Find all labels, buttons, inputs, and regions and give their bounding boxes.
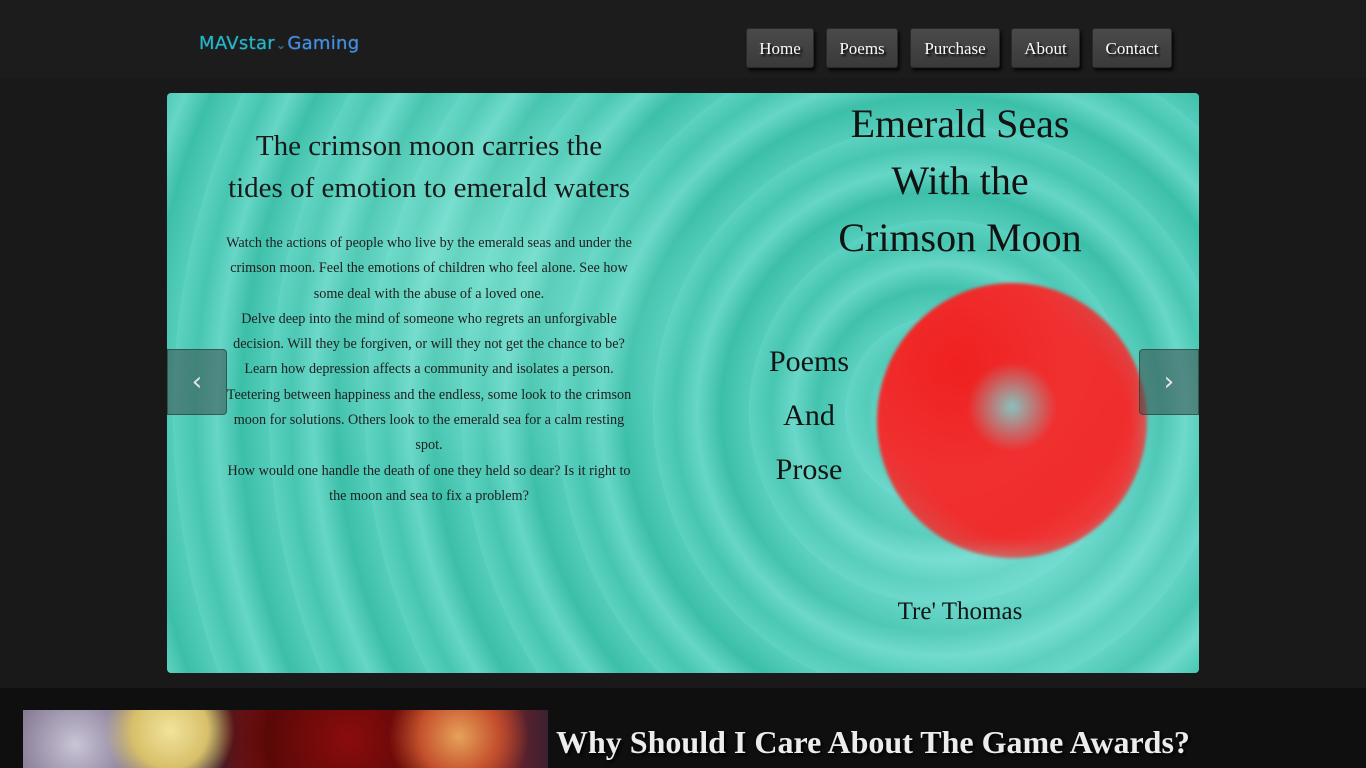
crimson-moon-illustration — [877, 283, 1147, 558]
chevron-right-icon: › — [1163, 367, 1175, 397]
carousel-prev-button[interactable]: ‹ — [167, 349, 227, 415]
blurb-paragraph: How would one handle the death of one th… — [227, 462, 631, 504]
logo-text-main: MAVstar — [199, 33, 275, 54]
carousel-next-button[interactable]: › — [1139, 349, 1199, 415]
subtitle-line: Prose — [775, 453, 843, 486]
nav-about-button[interactable]: About — [1011, 28, 1080, 68]
book-title-line: Emerald Seas — [850, 101, 1070, 146]
subtitle-line: Poems — [768, 345, 849, 378]
article-thumbnail[interactable] — [23, 710, 548, 768]
blurb-paragraph: Delve deep into the mind of someone who … — [233, 310, 625, 353]
chevron-left-icon: ‹ — [191, 367, 203, 397]
tagline-line-1: The crimson moon carries the — [255, 130, 603, 162]
nav-purchase-button[interactable]: Purchase — [910, 28, 1000, 68]
tagline-line-2: tides of emotion to emerald waters — [228, 172, 630, 204]
top-bar: MAVstar⌄Gaming Home Poems Purchase About… — [0, 0, 1366, 78]
site-logo[interactable]: MAVstar⌄Gaming — [199, 33, 360, 54]
nav-contact-button[interactable]: Contact — [1092, 28, 1172, 68]
slide-blurb: Watch the actions of people who live by … — [219, 231, 639, 509]
book-title-line: Crimson Moon — [838, 215, 1082, 260]
nav-home-button[interactable]: Home — [746, 28, 814, 68]
nav-poems-button[interactable]: Poems — [826, 28, 898, 68]
subtitle-line: And — [783, 399, 835, 432]
article-preview: Why Should I Care About The Game Awards? — [0, 688, 1366, 768]
blurb-paragraph: Watch the actions of people who live by … — [226, 235, 632, 302]
book-title: Emerald Seas With the Crimson Moon — [747, 95, 1173, 266]
book-title-line: With the — [891, 158, 1029, 203]
book-author: Tre' Thomas — [897, 598, 1023, 625]
blurb-paragraph: Learn how depression affects a community… — [244, 361, 614, 378]
logo-text-secondary: Gaming — [287, 33, 360, 54]
book-subtitle: Poems And Prose — [744, 335, 874, 497]
hero-carousel: The crimson moon carries the tides of em… — [167, 93, 1199, 673]
slide-tagline: The crimson moon carries the tides of em… — [199, 125, 659, 209]
bird-icon: ⌄ — [275, 38, 287, 52]
blurb-paragraph: Teetering between happiness and the endl… — [226, 386, 632, 454]
article-title[interactable]: Why Should I Care About The Game Awards? — [556, 724, 1190, 761]
